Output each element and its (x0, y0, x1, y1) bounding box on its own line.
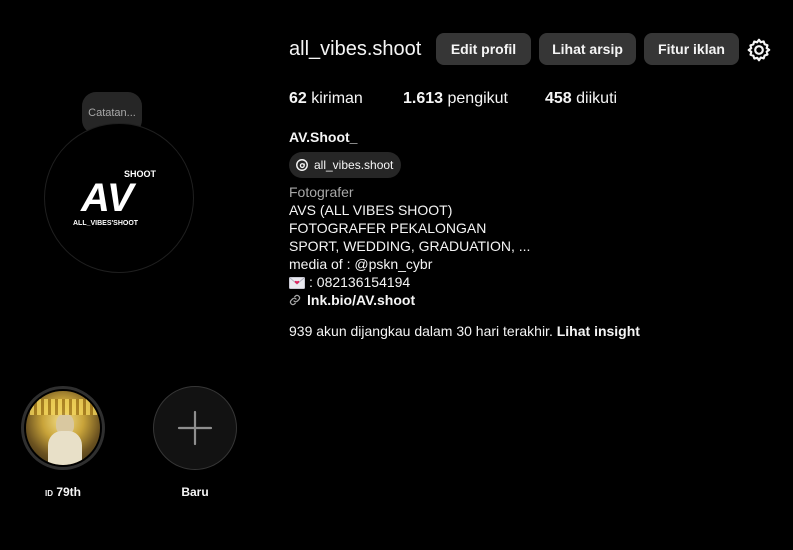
threads-icon (296, 159, 308, 171)
bio-phone-line: : 082136154194 (289, 273, 410, 291)
svg-text:ALL_VIBES'SHOOT: ALL_VIBES'SHOOT (73, 220, 139, 227)
posts-count: 62 kiriman (289, 90, 363, 107)
highlight-cover-image (24, 389, 102, 467)
svg-text:AV: AV (80, 176, 137, 220)
threads-handle: all_vibes.shoot (314, 158, 394, 172)
bio-link[interactable]: lnk.bio/AV.shoot (289, 292, 415, 308)
profile-avatar[interactable]: SHOOT AV ALL_VIBES'SHOOT (44, 123, 194, 273)
note-text: Catatan... (88, 107, 136, 119)
new-highlight-label: Baru (181, 485, 209, 499)
bio-line: media of : @pskn_cybr (289, 256, 433, 272)
bio-line: FOTOGRAFER PEKALONGAN (289, 220, 487, 236)
edit-profile-button[interactable]: Edit profil (436, 33, 531, 65)
new-highlight-button[interactable] (153, 386, 237, 470)
followers-count[interactable]: 1.613 pengikut (403, 90, 508, 108)
bio-link-text: lnk.bio/AV.shoot (307, 292, 416, 308)
ad-tools-button[interactable]: Fitur iklan (644, 33, 739, 65)
profile-full-name: AV.Shoot_ (289, 129, 358, 145)
highlight-79th[interactable] (21, 386, 105, 470)
insight-summary: 939 akun dijangkau dalam 30 hari terakhi… (289, 323, 640, 339)
highlight-label: ID 79th (44, 485, 82, 499)
following-count[interactable]: 458 diikuti (545, 90, 617, 108)
bio-line: AVS (ALL VIBES SHOOT) (289, 202, 453, 218)
view-archive-button[interactable]: Lihat arsip (539, 33, 636, 65)
brand-logo: SHOOT AV ALL_VIBES'SHOOT (73, 169, 157, 227)
view-insights-link[interactable]: Lihat insight (557, 323, 640, 339)
threads-badge[interactable]: all_vibes.shoot (289, 152, 402, 178)
settings-gear-icon[interactable] (746, 37, 772, 63)
link-icon (289, 294, 301, 306)
envelope-icon (289, 276, 305, 289)
profile-username: all_vibes.shoot (289, 38, 422, 60)
plus-icon (177, 410, 213, 446)
bio-line: SPORT, WEDDING, GRADUATION, ... (289, 238, 531, 254)
profile-category: Fotografer (289, 184, 354, 200)
